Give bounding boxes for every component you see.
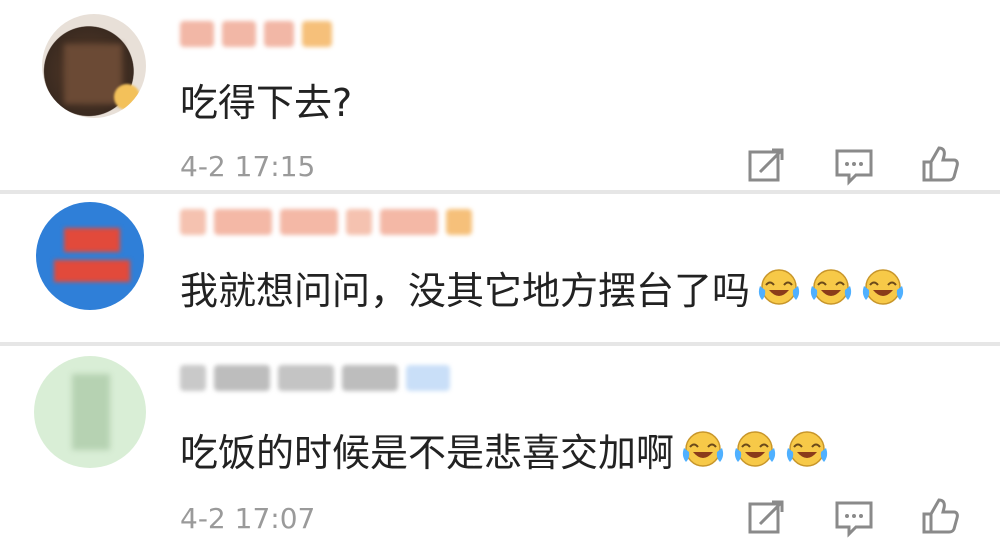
comment-icon[interactable]	[834, 146, 874, 186]
comment-text: 吃得下去?	[180, 80, 353, 125]
username[interactable]	[180, 204, 472, 240]
laughing-crying-emoji-icon	[860, 266, 906, 308]
timestamp: 4-2 17:15	[180, 150, 316, 183]
share-icon[interactable]	[746, 146, 786, 186]
avatar[interactable]	[36, 202, 144, 310]
laughing-crying-emoji-icon	[756, 266, 802, 308]
avatar[interactable]	[34, 356, 146, 468]
username[interactable]	[180, 16, 332, 52]
comment-text: 我就想问问，没其它地方摆台了吗	[180, 260, 906, 314]
comment-text-content: 我就想问问，没其它地方摆台了吗	[180, 268, 751, 313]
avatar[interactable]	[42, 14, 146, 118]
comment-item-2: 我就想问问，没其它地方摆台了吗	[0, 194, 1000, 342]
timestamp: 4-2 17:07	[180, 502, 316, 535]
comment-item-3: 吃饭的时候是不是悲喜交加啊 4-2 17:07	[0, 346, 1000, 546]
username[interactable]	[180, 360, 450, 396]
laughing-crying-emoji-icon	[680, 428, 726, 470]
share-icon[interactable]	[746, 498, 786, 538]
comment-icon[interactable]	[834, 498, 874, 538]
laughing-crying-emoji-icon	[732, 428, 778, 470]
laughing-crying-emoji-icon	[808, 266, 854, 308]
comment-text: 吃饭的时候是不是悲喜交加啊	[180, 422, 830, 476]
comment-item-1: 吃得下去? 4-2 17:15	[0, 0, 1000, 190]
like-icon[interactable]	[920, 496, 960, 536]
like-icon[interactable]	[920, 144, 960, 184]
comment-text-content: 吃饭的时候是不是悲喜交加啊	[180, 430, 675, 475]
laughing-crying-emoji-icon	[784, 428, 830, 470]
